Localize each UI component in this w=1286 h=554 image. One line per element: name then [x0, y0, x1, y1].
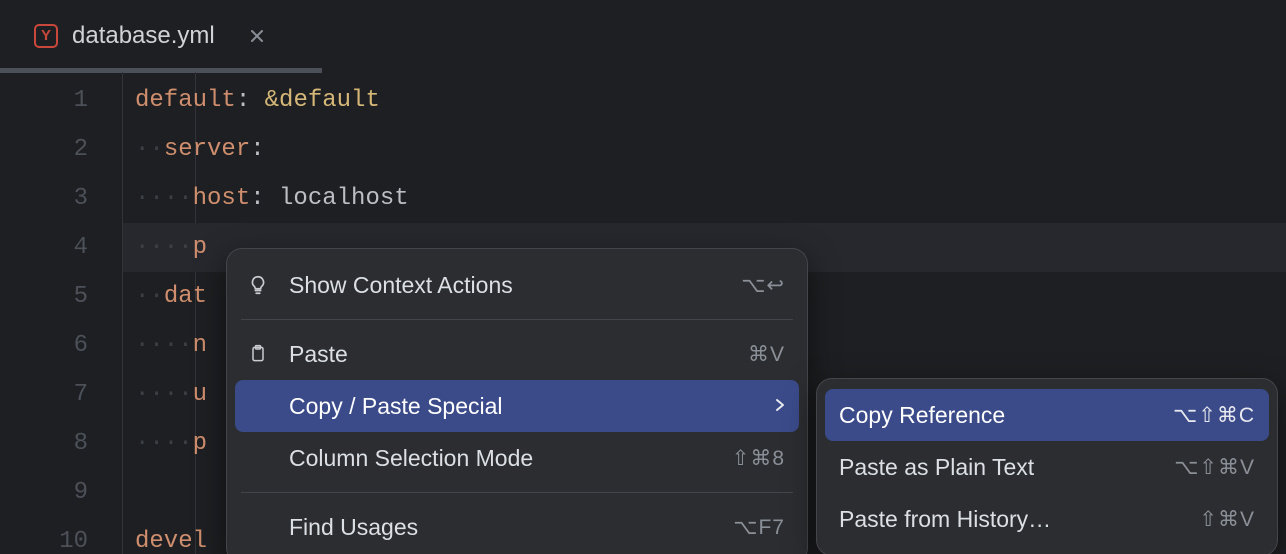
context-menu[interactable]: Show Context Actions ⌥↩ Paste ⌘V Copy / Past…: [226, 248, 808, 554]
menu-item-shortcut: ⌥↩: [741, 273, 785, 298]
menu-separator: [241, 492, 793, 493]
context-submenu[interactable]: Copy Reference ⌥⇧⌘C Paste as Plain Text ⌥⇧⌘…: [816, 378, 1278, 554]
tab-database-yml[interactable]: Y database.yml: [0, 0, 283, 72]
menu-item-label: Paste: [289, 341, 730, 368]
line-number: 10: [0, 517, 88, 554]
submenu-item-label: Paste as Plain Text: [839, 454, 1156, 481]
menu-item-shortcut: ⌘V: [748, 342, 785, 367]
line-number: 1: [0, 76, 88, 125]
tab-filename: database.yml: [72, 22, 215, 50]
menu-item-label: Show Context Actions: [289, 272, 723, 299]
submenu-item-label: Copy Reference: [839, 402, 1155, 429]
tab-bar: Y database.yml: [0, 0, 1286, 72]
submenu-item[interactable]: Copy Reference ⌥⇧⌘C: [825, 389, 1269, 441]
close-icon[interactable]: [249, 28, 265, 44]
menu-item[interactable]: Show Context Actions ⌥↩: [227, 259, 807, 311]
code-line[interactable]: ····host: localhost: [123, 174, 1286, 223]
menu-item[interactable]: Column Selection Mode ⇧⌘8: [227, 432, 807, 484]
clipboard-icon: [245, 343, 271, 365]
line-number: 2: [0, 125, 88, 174]
submenu-item-label: Paste from History…: [839, 506, 1181, 533]
line-number: 7: [0, 370, 88, 419]
line-number: 8: [0, 419, 88, 468]
menu-item-label: Find Usages: [289, 514, 715, 541]
line-number: 4: [0, 223, 88, 272]
code-line[interactable]: default: &default: [123, 76, 1286, 125]
line-number: 3: [0, 174, 88, 223]
menu-item-shortcut: ⌥F7: [733, 515, 785, 540]
submenu-item-shortcut: ⇧⌘V: [1199, 507, 1255, 532]
line-number: 5: [0, 272, 88, 321]
menu-item[interactable]: Paste ⌘V: [227, 328, 807, 380]
yaml-file-icon: Y: [34, 24, 58, 48]
submenu-item[interactable]: Paste as Plain Text ⌥⇧⌘V: [817, 441, 1277, 493]
chevron-right-icon: [775, 396, 785, 417]
menu-item-shortcut: ⇧⌘8: [732, 446, 785, 471]
menu-separator: [241, 319, 793, 320]
menu-item[interactable]: Find Usages ⌥F7: [227, 501, 807, 553]
submenu-item-shortcut: ⌥⇧⌘V: [1174, 455, 1255, 480]
line-number: 6: [0, 321, 88, 370]
submenu-item[interactable]: Paste from History… ⇧⌘V: [817, 493, 1277, 545]
line-number-gutter: 12345678910: [0, 72, 122, 554]
submenu-item-shortcut: ⌥⇧⌘C: [1173, 403, 1255, 428]
menu-item-label: Column Selection Mode: [289, 445, 714, 472]
line-number: 9: [0, 468, 88, 517]
code-line[interactable]: ··server:: [123, 125, 1286, 174]
menu-item-label: Copy / Paste Special: [289, 393, 749, 420]
bulb-icon: [245, 274, 271, 296]
menu-item[interactable]: Copy / Paste Special: [235, 380, 799, 432]
